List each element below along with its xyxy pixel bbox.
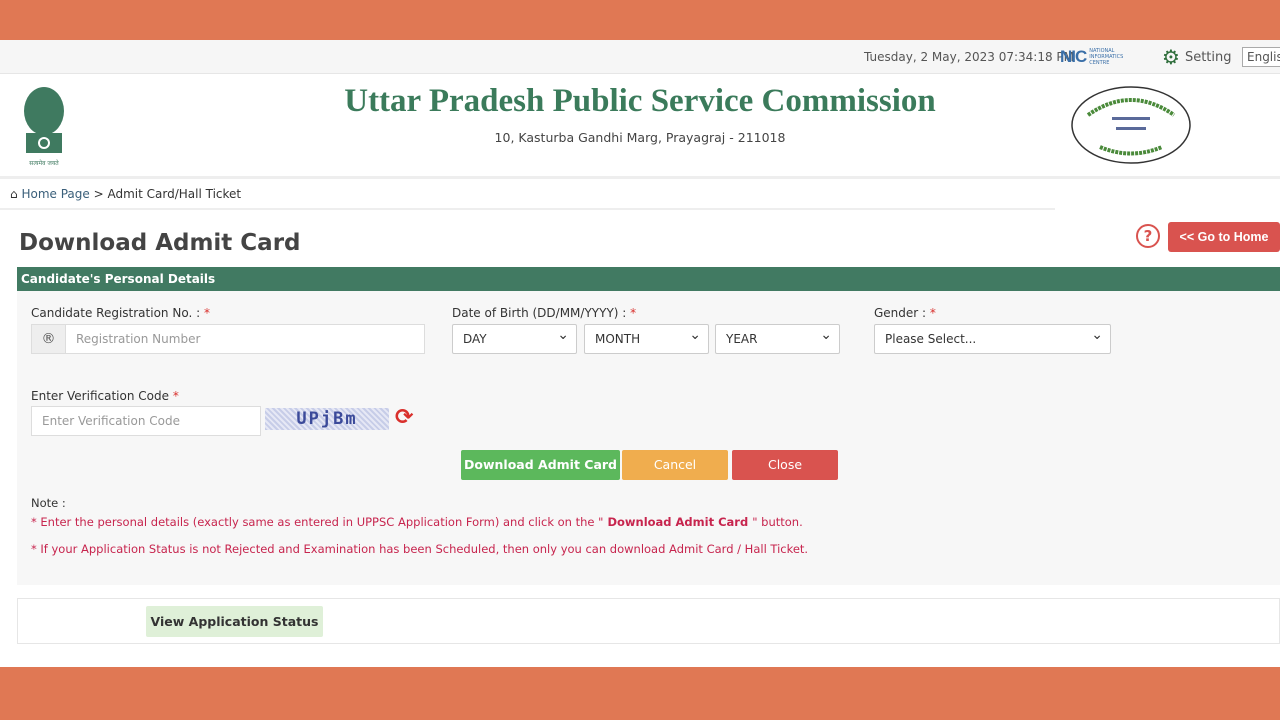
top-bar: Tuesday, 2 May, 2023 07:34:18 PM NIC NATI… xyxy=(0,40,1280,74)
setting-button[interactable]: ⚙ Setting xyxy=(1162,47,1232,67)
gender-select[interactable]: Please Select... xyxy=(874,321,1111,354)
refresh-captcha-icon[interactable]: ⟳ xyxy=(395,405,413,430)
section-title: Candidate's Personal Details xyxy=(17,267,1280,291)
verification-code-label: Enter Verification Code * xyxy=(31,389,179,403)
bottom-bar: View Application Status xyxy=(17,598,1280,644)
required-mark: * xyxy=(630,306,637,320)
note-heading: Note : xyxy=(31,496,66,510)
page: Tuesday, 2 May, 2023 07:34:18 PM NIC NATI… xyxy=(0,40,1280,667)
breadcrumb: ⌂ Home Page > Admit Card/Hall Ticket xyxy=(0,182,1055,210)
header: सत्यमेव जयते Uttar Pradesh Public Servic… xyxy=(0,75,1280,179)
dob-label-text: Date of Birth (DD/MM/YYYY) : xyxy=(452,306,627,320)
dob-label: Date of Birth (DD/MM/YYYY) : * xyxy=(452,306,636,320)
note-line-1: * Enter the personal details (exactly sa… xyxy=(31,515,803,529)
download-admit-card-button[interactable]: Download Admit Card xyxy=(461,450,620,480)
breadcrumb-current: Admit Card/Hall Ticket xyxy=(107,187,242,201)
registration-label: Candidate Registration No. : * xyxy=(31,306,210,320)
commission-seal-icon xyxy=(1071,86,1191,164)
captcha-image: UPjBm xyxy=(265,408,389,430)
svg-text:सत्यमेव जयते: सत्यमेव जयते xyxy=(29,159,59,167)
verification-code-input[interactable]: Enter Verification Code xyxy=(31,406,261,436)
help-icon[interactable]: ? xyxy=(1136,224,1160,248)
note-text: * Enter the personal details (exactly sa… xyxy=(31,515,604,529)
home-icon: ⌂ xyxy=(10,187,18,201)
page-title: Download Admit Card xyxy=(19,230,301,256)
gear-icon: ⚙ xyxy=(1162,45,1180,69)
dob-year-select[interactable]: YEAR xyxy=(715,321,840,354)
gender-label-text: Gender : xyxy=(874,306,927,320)
breadcrumb-separator: > xyxy=(93,187,104,201)
required-mark: * xyxy=(172,389,179,403)
registration-label-text: Candidate Registration No. : xyxy=(31,306,201,320)
registered-icon: ® xyxy=(31,324,66,354)
registration-number-input[interactable]: Registration Number xyxy=(65,324,425,354)
note-emphasis: Download Admit Card xyxy=(603,515,753,529)
note-line-2: * If your Application Status is not Reje… xyxy=(31,542,809,556)
required-mark: * xyxy=(203,306,210,320)
required-mark: * xyxy=(929,306,936,320)
personal-details-panel: Candidate's Personal Details Candidate R… xyxy=(17,267,1280,585)
close-button[interactable]: Close xyxy=(732,450,838,480)
verification-code-label-text: Enter Verification Code xyxy=(31,389,169,403)
dob-month-select[interactable]: MONTH xyxy=(584,321,709,354)
nic-logo[interactable]: NIC NATIONAL INFORMATICS CENTRE xyxy=(1060,47,1131,67)
note-text: " button. xyxy=(752,515,803,529)
breadcrumb-home-link[interactable]: Home Page xyxy=(21,187,89,201)
language-select[interactable]: English xyxy=(1242,47,1280,67)
setting-label: Setting xyxy=(1184,49,1232,65)
nic-logo-mark: NIC xyxy=(1060,47,1087,66)
gender-label: Gender : * xyxy=(874,306,936,320)
dob-day-select[interactable]: DAY xyxy=(452,321,577,354)
datetime: Tuesday, 2 May, 2023 07:34:18 PM xyxy=(864,50,1074,64)
cancel-button[interactable]: Cancel xyxy=(622,450,728,480)
go-to-home-button[interactable]: << Go to Home xyxy=(1168,222,1280,252)
view-application-status-button[interactable]: View Application Status xyxy=(146,606,323,637)
nic-logo-text: NATIONAL INFORMATICS CENTRE xyxy=(1089,48,1124,66)
